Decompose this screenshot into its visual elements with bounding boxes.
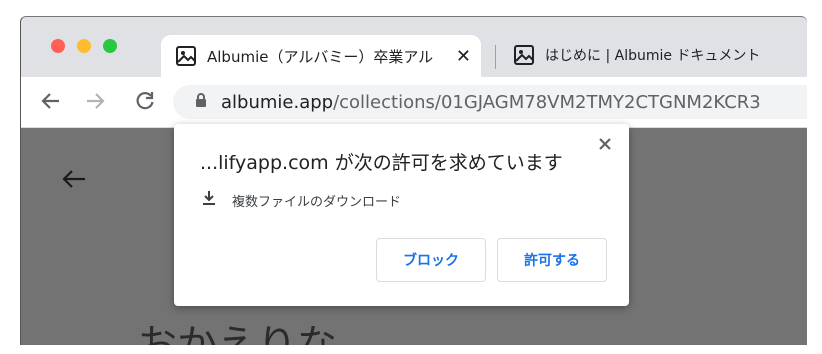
- lock-icon: [195, 92, 207, 113]
- tab-docs[interactable]: はじめに | Albumie ドキュメント: [499, 35, 799, 75]
- tab-title: Albumie（アルバミー）卒業アル: [207, 47, 434, 66]
- address-bar[interactable]: albumie.app/collections/01GJAGM78VM2TMY2…: [173, 85, 807, 119]
- browser-toolbar: albumie.app/collections/01GJAGM78VM2TMY2…: [21, 77, 807, 128]
- block-button[interactable]: ブロック: [376, 238, 486, 282]
- permission-popup: ...lifyapp.com が次の許可を求めています 複数ファイルのダウンロー…: [174, 124, 629, 306]
- page-back-button[interactable]: [61, 168, 87, 194]
- close-icon[interactable]: [595, 134, 615, 154]
- url-host: albumie.app: [221, 91, 334, 113]
- tab-title: はじめに | Albumie ドキュメント: [545, 48, 761, 64]
- permission-item: 複数ファイルのダウンロード: [202, 190, 401, 210]
- permission-title: ...lifyapp.com が次の許可を求めています: [200, 152, 563, 174]
- tab-albumie[interactable]: Albumie（アルバミー）卒業アル ✕: [161, 35, 481, 77]
- arrow-right-icon: [87, 93, 105, 109]
- back-button[interactable]: [37, 87, 65, 115]
- forward-button[interactable]: [81, 87, 109, 115]
- reload-icon: [136, 92, 154, 110]
- image-icon: [513, 44, 535, 66]
- arrow-left-icon: [41, 93, 59, 109]
- image-icon: [175, 45, 197, 67]
- tab-divider: [495, 45, 496, 69]
- allow-button[interactable]: 許可する: [497, 238, 607, 282]
- close-tab-icon[interactable]: ✕: [456, 46, 471, 67]
- permission-label: 複数ファイルのダウンロード: [232, 194, 402, 210]
- url-path: /collections/01GJAGM78VM2TMY2CTGNM2KCR3: [333, 91, 761, 113]
- page-heading: おかえりな: [137, 322, 337, 345]
- reload-button[interactable]: [131, 87, 159, 115]
- minimize-window-button[interactable]: [77, 39, 91, 53]
- download-icon: [202, 190, 216, 210]
- arrow-left-icon: [62, 170, 85, 188]
- tab-bar: Albumie（アルバミー）卒業アル ✕ はじめに | Albumie ドキュメ…: [21, 17, 807, 77]
- close-window-button[interactable]: [51, 39, 65, 53]
- maximize-window-button[interactable]: [103, 39, 117, 53]
